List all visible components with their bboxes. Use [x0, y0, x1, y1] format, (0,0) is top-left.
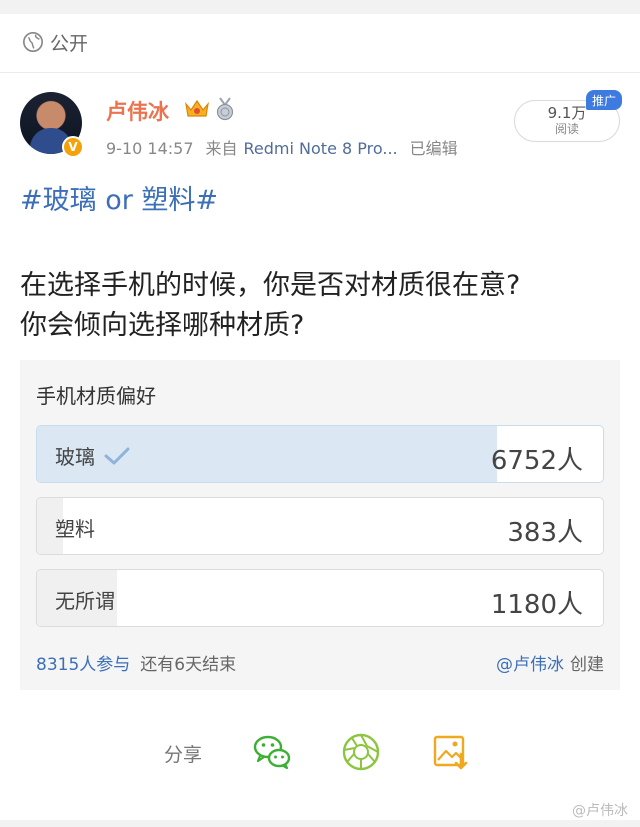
poll-option-count: 6752人 [490, 446, 583, 476]
post-text-line: 在选择手机的时候，你是否对材质很在意? [20, 270, 521, 301]
poll-option[interactable]: 塑料 383人 [36, 497, 604, 555]
top-gap [0, 0, 640, 14]
poll-option-label: 塑料 [55, 517, 95, 541]
source-prefix: 来自 [205, 139, 238, 158]
divider [0, 72, 640, 73]
poll-option-label: 无所谓 [55, 589, 115, 613]
poll-option-count: 383人 [507, 518, 583, 548]
poll-option[interactable]: 无所谓 1180人 [36, 569, 604, 627]
post-text-line: 你会倾向选择哪种材质? [20, 310, 305, 341]
poll-option-label: 玻璃 [55, 445, 95, 469]
poll-creator-suffix: 创建 [570, 655, 604, 675]
topic-hashtag[interactable]: #玻璃 or 塑料# [20, 178, 218, 217]
poll-title: 手机材质偏好 [36, 384, 156, 408]
edited-label[interactable]: 已编辑 [410, 139, 458, 158]
poll-remaining: 还有6天结束 [140, 655, 237, 675]
visibility-label: 公开 [50, 32, 89, 55]
moments-icon[interactable] [341, 732, 381, 772]
checkmark-icon [104, 447, 130, 464]
wechat-icon[interactable] [252, 732, 292, 772]
medal-badge-icon [216, 97, 234, 121]
visibility-indicator[interactable]: 公开 [22, 28, 88, 56]
poll-option[interactable]: 玻璃 6752人 [36, 425, 604, 483]
crown-badge-icon [185, 99, 209, 117]
watermark: @卢伟冰 [572, 803, 628, 819]
verified-badge: V [62, 136, 84, 158]
globe-icon [23, 32, 43, 52]
source-device[interactable]: Redmi Note 8 Pro... [244, 139, 398, 158]
author-name[interactable]: 卢伟冰 [106, 96, 169, 126]
post-time: 9-10 14:57 [106, 139, 194, 158]
share-label: 分享 [164, 744, 203, 766]
post-text: 在选择手机的时候，你是否对材质很在意? 你会倾向选择哪种材质? [20, 266, 620, 346]
bottom-gap [0, 820, 640, 827]
save-image-icon[interactable] [431, 732, 471, 772]
weibo-post-page: 公开 V 卢伟冰 9-10 14:57 来自 Redmi Note 8 Pro...… [0, 0, 640, 827]
poll-card: 手机材质偏好 玻璃 6752人 塑料 383人 无所谓 1180人 8315人参… [20, 360, 620, 690]
post-meta: 9-10 14:57 来自 Redmi Note 8 Pro... 已编辑 [106, 135, 470, 159]
poll-participants[interactable]: 8315人参与 [36, 655, 130, 675]
read-label: 阅读 [554, 122, 579, 136]
promote-button[interactable]: 推广 [586, 90, 622, 110]
poll-creator-link[interactable]: @卢伟冰 [496, 655, 564, 675]
poll-option-count: 1180人 [490, 590, 583, 620]
